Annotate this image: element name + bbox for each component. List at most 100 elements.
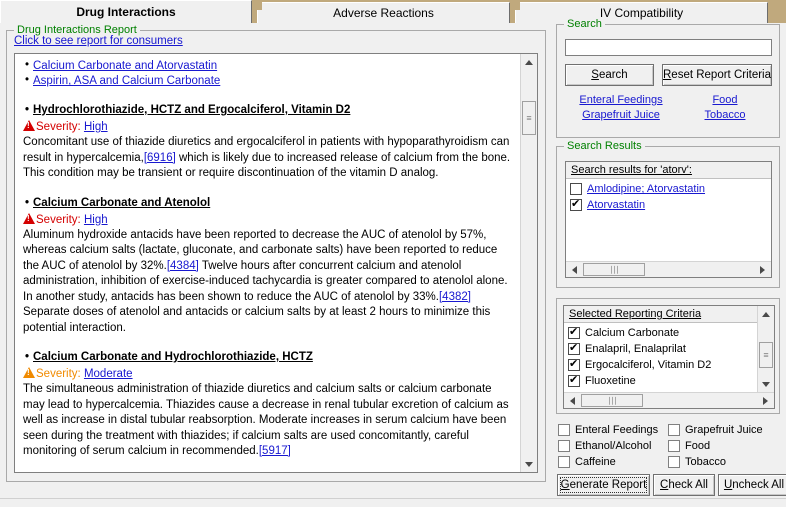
reset-button-label-rest: eset Report Criteria bbox=[671, 69, 772, 81]
checkbox-ergocalciferol[interactable] bbox=[568, 358, 580, 371]
action-button-bar: Generate Report Check All Uncheck All bbox=[557, 474, 786, 496]
severity-label: Severity: bbox=[36, 213, 81, 226]
checkbox-grapefruit-juice[interactable] bbox=[668, 424, 680, 436]
checkbox-item-tobacco[interactable]: Tobacco bbox=[668, 456, 726, 468]
report-option-checkboxes: Enteral Feedings Grapefruit Juice Ethano… bbox=[558, 422, 784, 470]
quick-link-cell: Food bbox=[677, 93, 773, 108]
checkbox-atorvastatin[interactable] bbox=[570, 198, 582, 211]
checkbox-ethanol-alcohol[interactable] bbox=[558, 440, 570, 452]
checkbox-label: Tobacco bbox=[685, 456, 726, 468]
search-results-list-header: Search results for 'atorv': bbox=[566, 162, 771, 179]
consumer-report-link[interactable]: Click to see report for consumers bbox=[14, 35, 183, 47]
checkbox-calcium-carbonate[interactable] bbox=[568, 326, 580, 339]
criteria-horizontal-scrollbar[interactable] bbox=[564, 392, 774, 408]
scroll-up-button[interactable] bbox=[758, 306, 774, 322]
citation-link[interactable]: [6916] bbox=[144, 152, 176, 164]
checkbox-enalapril[interactable] bbox=[568, 342, 580, 355]
scroll-thumb[interactable] bbox=[759, 342, 773, 368]
scroll-thumb[interactable] bbox=[583, 263, 645, 276]
interaction-block: Calcium Carbonate and Atenolol Severity:… bbox=[23, 195, 512, 337]
checkbox-row: Caffeine Tobacco bbox=[558, 454, 784, 470]
checkbox-caffeine[interactable] bbox=[558, 456, 570, 468]
tab-adverse-reactions[interactable]: Adverse Reactions bbox=[257, 2, 510, 23]
interaction-body: The simultaneous administration of thiaz… bbox=[23, 382, 512, 460]
link-enteral-feedings[interactable]: Enteral Feedings bbox=[579, 94, 662, 106]
list-item[interactable]: Amlodipine; Atorvastatin bbox=[566, 181, 771, 197]
severity-value-link[interactable]: Moderate bbox=[84, 368, 133, 380]
list-item-label: Calcium Carbonate bbox=[585, 327, 680, 339]
interaction-title: Calcium Carbonate and Hydrochlorothiazid… bbox=[23, 349, 512, 365]
list-item[interactable]: Fluoxetine bbox=[564, 373, 757, 389]
checkbox-tobacco[interactable] bbox=[668, 456, 680, 468]
checkbox-item-enteral-feedings[interactable]: Enteral Feedings bbox=[558, 424, 668, 436]
search-input[interactable] bbox=[565, 39, 772, 56]
tab-strip: Drug Interactions Adverse Reactions IV C… bbox=[0, 0, 786, 23]
selected-reporting-criteria-list[interactable]: Selected Reporting Criteria Calcium Carb… bbox=[563, 305, 775, 409]
checkbox-item-grapefruit-juice[interactable]: Grapefruit Juice bbox=[668, 424, 763, 436]
scroll-down-button[interactable] bbox=[521, 456, 537, 472]
search-results-horizontal-scrollbar[interactable] bbox=[566, 261, 771, 277]
search-button-accel: S bbox=[591, 69, 599, 81]
severity-value-link[interactable]: High bbox=[84, 121, 108, 133]
severity-value-link[interactable]: High bbox=[84, 214, 108, 226]
interaction-block: Calcium Carbonate and Hydrochlorothiazid… bbox=[23, 349, 512, 460]
citation-link[interactable]: [4384] bbox=[167, 260, 199, 272]
citation-link[interactable]: [5917] bbox=[259, 445, 291, 457]
severity-label: Severity: bbox=[36, 121, 81, 133]
link-grapefruit-juice[interactable]: Grapefruit Juice bbox=[582, 109, 660, 121]
scroll-thumb[interactable] bbox=[581, 394, 643, 407]
reset-report-criteria-button[interactable]: Reset Report Criteria bbox=[662, 64, 772, 86]
citation-link[interactable]: [4382] bbox=[439, 291, 471, 303]
search-button-label-rest: earch bbox=[598, 69, 628, 81]
checkbox-item-caffeine[interactable]: Caffeine bbox=[558, 456, 668, 468]
search-quick-links: Enteral Feedings Food Grapefruit Juice T… bbox=[565, 93, 773, 123]
report-vertical-scrollbar[interactable] bbox=[520, 54, 537, 472]
severity-label: Severity: bbox=[36, 368, 81, 380]
tab-iv-compatibility[interactable]: IV Compatibility bbox=[515, 2, 768, 23]
uncheck-all-button[interactable]: Uncheck All bbox=[718, 474, 786, 496]
scroll-left-button[interactable] bbox=[567, 262, 582, 277]
list-item-label[interactable]: Amlodipine; Atorvastatin bbox=[587, 183, 705, 195]
scroll-left-button[interactable] bbox=[565, 393, 580, 408]
search-results-list[interactable]: Search results for 'atorv': Amlodipine; … bbox=[565, 161, 772, 278]
list-item-label: Enalapril, Enalaprilat bbox=[585, 343, 686, 355]
search-group: Search Search Reset Report Criteria Ente… bbox=[556, 18, 780, 138]
scroll-thumb[interactable] bbox=[522, 101, 536, 135]
list-item: Aspirin, ASA and Calcium Carbonate bbox=[23, 73, 512, 89]
checkbox-item-ethanol-alcohol[interactable]: Ethanol/Alcohol bbox=[558, 440, 668, 452]
quick-link-aspirin-calcium[interactable]: Aspirin, ASA and Calcium Carbonate bbox=[33, 75, 220, 87]
severity-row: Severity: High bbox=[23, 212, 512, 228]
quick-link-calcium-atorvastatin[interactable]: Calcium Carbonate and Atorvastatin bbox=[33, 60, 217, 72]
quick-link-row: Grapefruit Juice Tobacco bbox=[565, 108, 773, 123]
link-tobacco[interactable]: Tobacco bbox=[705, 109, 746, 121]
search-button[interactable]: Search bbox=[565, 64, 654, 86]
checkbox-item-food[interactable]: Food bbox=[668, 440, 710, 452]
focus-ring bbox=[560, 477, 647, 493]
generate-report-button[interactable]: Generate Report bbox=[557, 474, 650, 496]
list-item[interactable]: Atorvastatin bbox=[566, 197, 771, 213]
search-results-group: Search Results Search results for 'atorv… bbox=[556, 140, 780, 288]
link-food[interactable]: Food bbox=[712, 94, 737, 106]
list-item-label[interactable]: Atorvastatin bbox=[587, 199, 645, 211]
report-textbox[interactable]: Calcium Carbonate and Atorvastatin Aspir… bbox=[14, 53, 538, 473]
tab-drug-interactions[interactable]: Drug Interactions bbox=[0, 0, 252, 23]
status-bar bbox=[0, 498, 786, 507]
scroll-down-button[interactable] bbox=[758, 376, 774, 392]
check-all-button[interactable]: Check All bbox=[653, 474, 715, 496]
checkbox-enteral-feedings[interactable] bbox=[558, 424, 570, 436]
uncheck-all-label-rest: ncheck All bbox=[732, 479, 785, 491]
tab-iv-compatibility-label: IV Compatibility bbox=[599, 6, 684, 20]
list-item: Calcium Carbonate and Atorvastatin bbox=[23, 58, 512, 74]
list-item[interactable]: Calcium Carbonate bbox=[564, 325, 757, 341]
interaction-body: Concomitant use of thiazide diuretics an… bbox=[23, 135, 512, 182]
criteria-vertical-scrollbar[interactable] bbox=[757, 306, 774, 392]
scroll-right-button[interactable] bbox=[758, 393, 773, 408]
checkbox-food[interactable] bbox=[668, 440, 680, 452]
checkbox-amlodipine-atorvastatin[interactable] bbox=[570, 183, 582, 195]
scroll-right-button[interactable] bbox=[755, 262, 770, 277]
scroll-up-button[interactable] bbox=[521, 54, 537, 70]
list-item[interactable]: Ergocalciferol, Vitamin D2 bbox=[564, 357, 757, 373]
severity-row: Severity: High bbox=[23, 119, 512, 135]
list-item[interactable]: Enalapril, Enalaprilat bbox=[564, 341, 757, 357]
checkbox-fluoxetine[interactable] bbox=[568, 374, 580, 387]
